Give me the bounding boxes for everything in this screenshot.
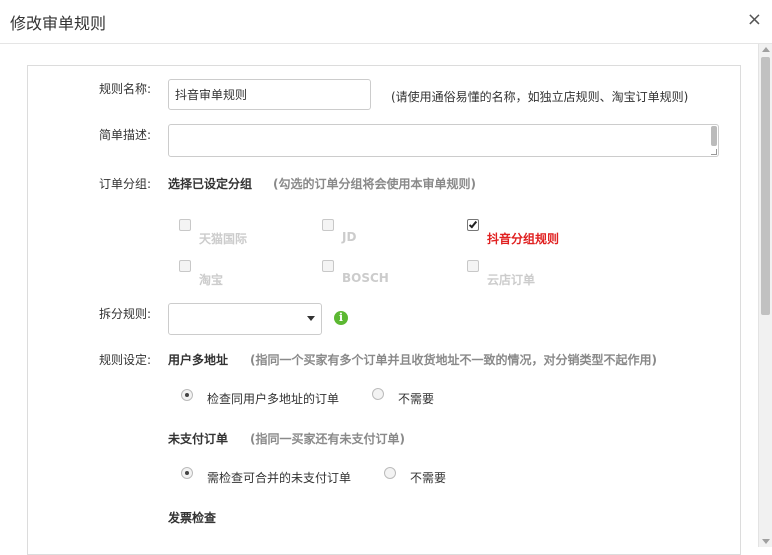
rule-name-label: 规则名称: [98, 82, 151, 96]
scroll-down-icon[interactable] [762, 539, 770, 544]
scroll-thumb[interactable] [761, 57, 770, 315]
group-label-taobao: 淘宝 [199, 273, 224, 287]
unpaid-hint: (指同一买家还有未支付订单) [250, 432, 405, 446]
checkmark-icon [468, 219, 478, 229]
group-label-tmall: 天猫国际 [199, 232, 248, 246]
dialog-title: 修改审单规则 [10, 14, 107, 33]
description-textarea[interactable] [168, 124, 719, 157]
form-panel: 规则名称: (请使用通俗易懂的名称，如独立店规则、淘宝订单规则) 简单描述: 订… [27, 65, 741, 555]
textarea-scrollbar[interactable] [711, 126, 717, 146]
order-group-title: 选择已设定分组 [168, 177, 253, 191]
group-label-jd: JD [342, 230, 357, 244]
invoice-title: 发票检查 [168, 511, 217, 525]
order-group-label: 订单分组: [98, 177, 151, 191]
radio-label-check-unpaid: 需检查可合并的未支付订单 [207, 471, 352, 485]
unpaid-title: 未支付订单 [168, 432, 229, 446]
group-label-cloudstore: 云店订单 [487, 273, 536, 287]
radio-no-multi-address[interactable] [372, 388, 384, 400]
group-label-douyin: 抖音分组规则 [487, 232, 560, 246]
rule-name-input[interactable] [168, 79, 371, 110]
scroll-up-icon[interactable] [762, 47, 770, 52]
description-label: 简单描述: [98, 128, 151, 142]
group-checkbox-douyin[interactable] [467, 219, 479, 231]
split-rule-select[interactable] [168, 303, 322, 335]
radio-no-unpaid[interactable] [384, 467, 396, 479]
group-checkbox-bosch[interactable] [322, 260, 334, 272]
rule-name-hint: (请使用通俗易懂的名称，如独立店规则、淘宝订单规则) [391, 90, 689, 104]
group-checkbox-tmall[interactable] [179, 219, 191, 231]
chevron-down-icon [307, 316, 315, 321]
group-checkbox-taobao[interactable] [179, 260, 191, 272]
radio-label-no-multi-address: 不需要 [398, 392, 435, 406]
multi-address-title: 用户多地址 [168, 353, 229, 367]
close-icon[interactable]: × [747, 10, 762, 30]
page-scrollbar[interactable] [758, 44, 772, 547]
dialog-header: 修改审单规则 × [0, 0, 772, 44]
radio-label-check-multi-address: 检查同用户多地址的订单 [207, 392, 340, 406]
group-label-bosch: BOSCH [342, 271, 389, 285]
split-rule-label: 拆分规则: [98, 307, 151, 321]
resize-grip-icon[interactable] [711, 149, 717, 155]
group-checkbox-cloudstore[interactable] [467, 260, 479, 272]
radio-check-unpaid[interactable] [181, 467, 193, 479]
multi-address-hint: (指同一个买家有多个订单并且收货地址不一致的情况，对分销类型不起作用) [250, 353, 657, 367]
radio-check-multi-address[interactable] [181, 389, 193, 401]
radio-label-no-unpaid: 不需要 [410, 471, 447, 485]
order-group-hint: (勾选的订单分组将会使用本审单规则) [273, 177, 476, 191]
rule-settings-label: 规则设定: [98, 353, 151, 367]
info-icon[interactable]: i [334, 311, 348, 325]
group-checkbox-jd[interactable] [322, 219, 334, 231]
